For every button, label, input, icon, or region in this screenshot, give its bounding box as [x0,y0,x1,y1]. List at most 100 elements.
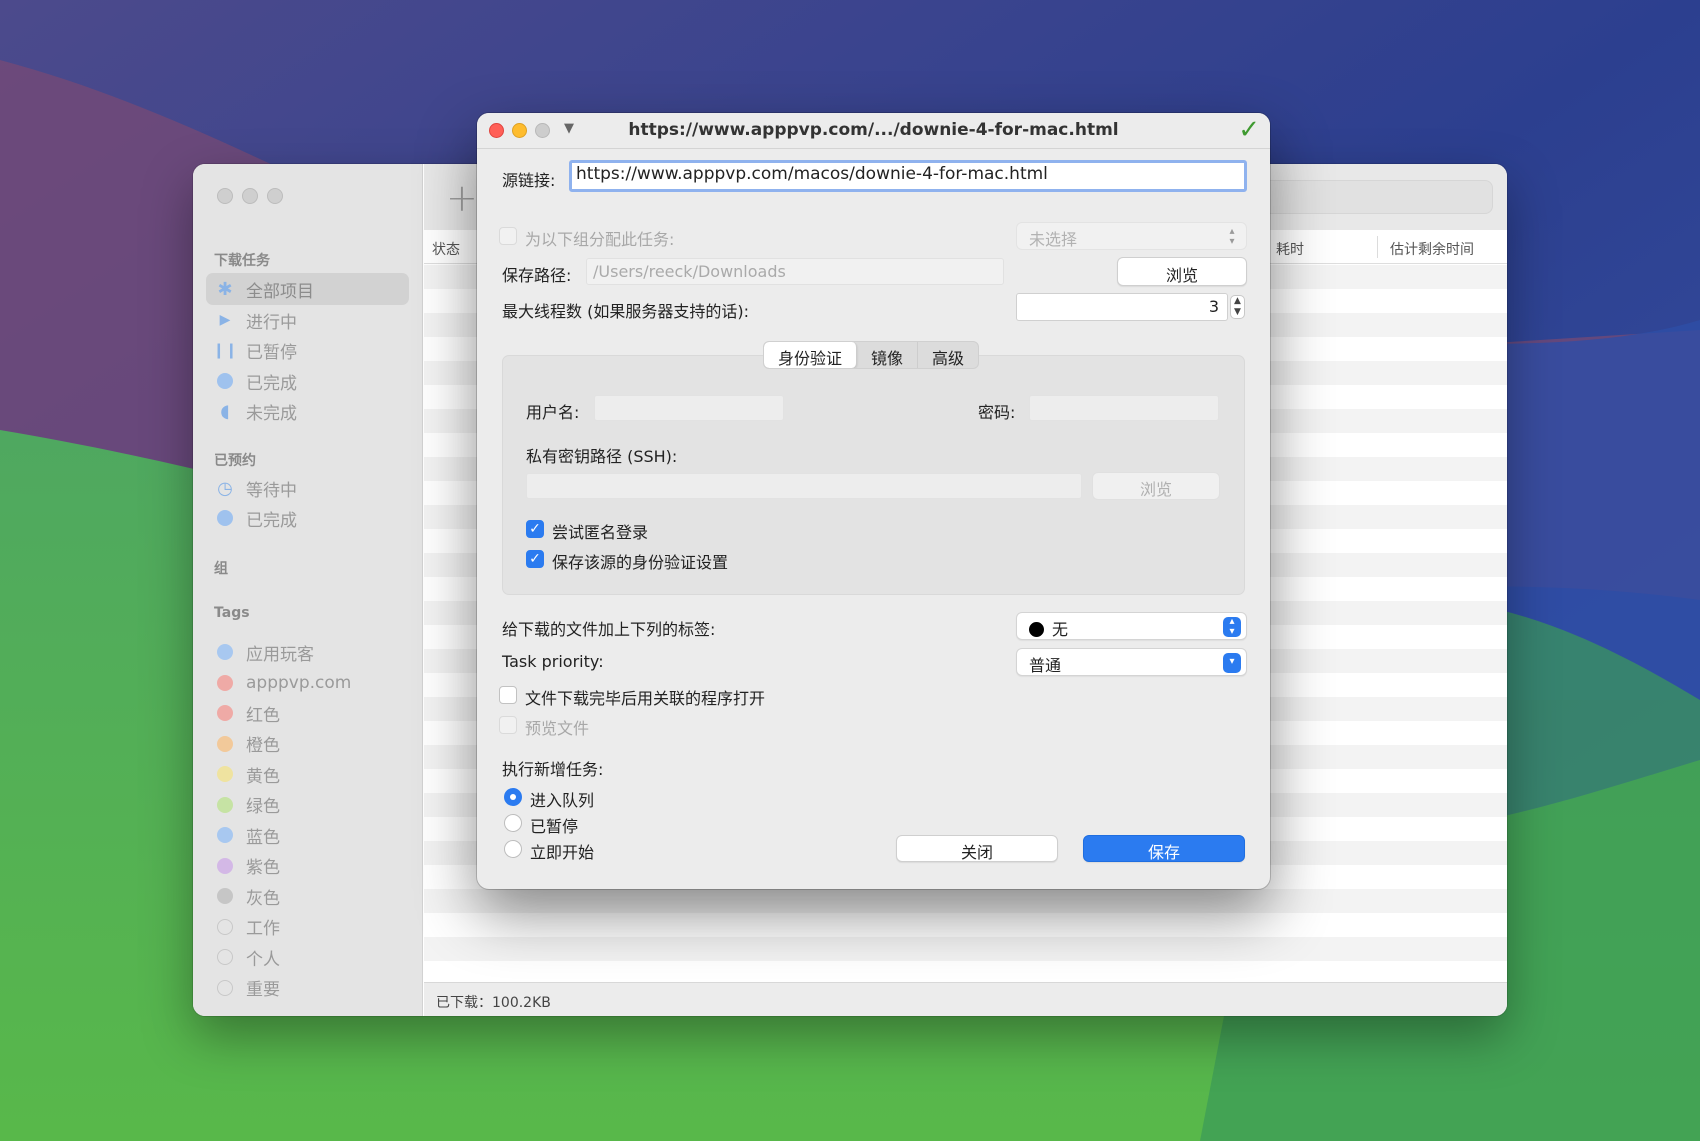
column-status[interactable]: 状态 [432,239,460,259]
sidebar-item-label: 橙色 [246,736,280,756]
save-auth-label: 保存该源的身份验证设置 [552,553,729,572]
new-task-label: 执行新增任务: [502,760,604,779]
tag-select-value: 无 [1052,620,1069,639]
sidebar-item-label: 已暂停 [246,342,297,363]
play-icon: ▶ [219,312,231,328]
password-field[interactable] [1029,395,1219,421]
group-select-value: 未选择 [1029,230,1078,249]
sidebar-item-label: 灰色 [246,888,280,909]
table-row [424,937,1507,961]
section-downloads: 下载任务 [214,253,270,269]
options-tabs: 身份验证 镜像 高级 [763,341,980,369]
preview-checkbox[interactable] [499,716,517,734]
tab-mirror[interactable]: 镜像 [857,342,919,368]
tab-advanced[interactable]: 高级 [918,342,978,368]
username-label: 用户名: [526,403,580,422]
sidebar-item-waiting[interactable]: ◷ 等待中 [206,472,409,504]
browse-save-path-button[interactable]: 浏览 [1117,257,1247,286]
tag-color-dot-icon [216,826,234,844]
sidebar-item-label: apppvp.com [246,672,352,693]
column-elapsed[interactable]: 耗时 [1276,239,1304,259]
max-threads-field[interactable]: 3 [1016,293,1228,321]
radio-start-now[interactable] [504,840,522,858]
assign-group-label: 为以下组分配此任务: [525,230,675,249]
sidebar-tag-item[interactable]: 橙色 [206,728,409,760]
sidebar-item-paused[interactable]: ❙❙ 已暂停 [206,334,409,366]
tag-color-dot-icon [216,918,234,936]
open-after-checkbox[interactable] [499,686,517,704]
radio-start-now-label: 立即开始 [530,843,595,862]
tag-color-dot-icon [216,735,234,753]
group-select[interactable]: 未选择 ▴ ▾ [1016,222,1247,250]
browse-ssh-key-button[interactable]: 浏览 [1092,472,1220,500]
radio-paused[interactable] [504,814,522,832]
ssh-key-path-field[interactable] [526,473,1082,499]
sidebar-item-label: 蓝色 [246,827,280,848]
sidebar-item-completed[interactable]: 已完成 [206,365,409,397]
sidebar-tag-item[interactable]: 应用玩客 [206,636,409,668]
open-after-label: 文件下载完毕后用关联的程序打开 [525,689,766,708]
chevron-down-icon: ▾ [1223,653,1241,673]
assign-group-checkbox[interactable] [499,227,517,245]
dialog-title: https://www.apppvp.com/.../downie-4-for-… [628,120,1119,140]
sidebar-item-label: 全部项目 [246,281,314,302]
save-button[interactable]: 保存 [1083,835,1245,862]
sidebar-item-incomplete[interactable]: ◖ 未完成 [206,395,409,427]
tag-color-dot-icon [216,643,234,661]
updown-chevron-icon: ▴ ▾ [1229,226,1235,247]
table-row [424,913,1507,937]
search-field[interactable] [1263,180,1493,214]
sidebar-tag-item[interactable]: 红色 [206,697,409,729]
source-url-field[interactable]: https://www.apppvp.com/macos/downie-4-fo… [569,160,1247,192]
tag-color-dot-icon [216,704,234,722]
sidebar-tag-item[interactable]: 灰色 [206,880,409,912]
radio-enqueue-label: 进入队列 [530,791,595,810]
sidebar-tag-item[interactable]: 蓝色 [206,819,409,851]
section-groups: 组 [214,561,228,577]
add-download-icon[interactable]: + [446,176,478,220]
sidebar-item-scheduled-completed[interactable]: 已完成 [206,502,409,534]
max-threads-label: 最大线程数 (如果服务器支持的话): [502,302,749,321]
tag-color-dot-icon [216,857,234,875]
priority-select[interactable]: 普通 ▾ [1016,648,1247,676]
save-auth-checkbox[interactable]: ✓ [526,550,544,568]
sidebar-item-label: 工作 [246,919,280,939]
close-button[interactable]: 关闭 [896,835,1058,862]
sidebar-item-label: 黄色 [246,766,280,787]
sidebar-tag-item[interactable]: apppvp.com [206,667,409,699]
pause-icon: ❙❙ [212,341,238,359]
preview-label: 预览文件 [525,719,590,738]
sidebar-tag-item[interactable]: 个人 [206,941,409,973]
table-row [424,889,1507,913]
sidebar-item-all[interactable]: ✱ 全部项目 [206,273,409,305]
tag-color-dot-icon [216,948,234,966]
sidebar-item-label: 应用玩客 [246,644,314,665]
username-field[interactable] [594,395,784,421]
sidebar-tag-item[interactable]: 紫色 [206,850,409,882]
sidebar-tag-item[interactable]: 绿色 [206,789,409,821]
sidebar-tag-item[interactable]: 重要 [206,972,409,1004]
anon-login-checkbox[interactable]: ✓ [526,520,544,538]
sidebar-tag-item[interactable]: 工作 [206,911,409,943]
zoom-window-button[interactable] [267,188,283,204]
asterisk-icon: ✱ [217,278,233,300]
password-label: 密码: [978,403,1016,422]
column-remaining[interactable]: 估计剩余时间 [1390,239,1474,259]
sidebar-item-label: 红色 [246,705,280,726]
minimize-window-button[interactable] [242,188,258,204]
max-threads-stepper[interactable]: ▲ ▼ [1230,295,1245,319]
complete-dot-icon [216,372,234,390]
sidebar-item-label: 进行中 [246,312,297,333]
priority-select-value: 普通 [1029,656,1062,675]
dialog-titlebar: ▼ https://www.apppvp.com/.../downie-4-fo… [477,113,1270,149]
tab-auth[interactable]: 身份验证 [764,342,858,368]
radio-enqueue[interactable] [504,788,522,806]
save-path-field[interactable]: /Users/reeck/Downloads [586,258,1004,285]
close-window-button[interactable] [217,188,233,204]
tag-select[interactable]: 无 ▴ ▾ [1016,612,1247,640]
anon-login-label: 尝试匿名登录 [552,523,649,542]
sidebar-item-label: 等待中 [246,480,297,501]
sidebar-tag-item[interactable]: 黄色 [206,758,409,790]
sidebar-item-in-progress[interactable]: ▶ 进行中 [206,304,409,336]
radio-paused-label: 已暂停 [530,817,579,836]
